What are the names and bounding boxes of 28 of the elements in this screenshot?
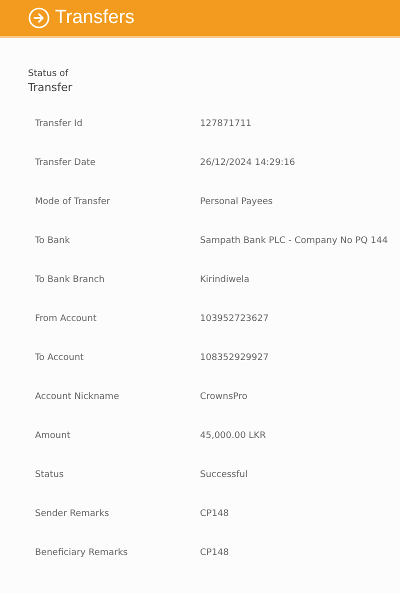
field-label: Beneficiary Remarks: [34, 548, 129, 558]
section-title: Transfer: [28, 81, 74, 94]
field-label: Transfer Id: [34, 119, 84, 129]
field-label: Transfer Date: [34, 158, 97, 168]
field-label: To Bank Branch: [34, 275, 106, 285]
field-value: Personal Payees: [200, 197, 273, 207]
field-value: 45,000.00 LKR: [200, 431, 266, 441]
field-value: Sampath Bank PLC - Company No PQ 144: [200, 236, 388, 246]
field-label: From Account: [34, 314, 98, 324]
arrow-circle-icon: [28, 7, 50, 29]
field-label: To Account: [34, 353, 85, 363]
field-label: Sender Remarks: [34, 509, 110, 519]
field-value: 26/12/2024 14:29:16: [200, 158, 296, 168]
field-label: Status: [34, 470, 65, 480]
section-title: Status of: [28, 68, 70, 81]
field-value: 127871711: [200, 119, 252, 129]
field-value: 103952723627: [200, 314, 269, 324]
field-label: To Bank: [34, 236, 71, 246]
field-value: 108352929927: [200, 353, 269, 363]
field-label: Mode of Transfer: [34, 197, 112, 207]
field-value: CP148: [200, 548, 229, 558]
field-label: Account Nickname: [34, 392, 120, 402]
field-label: Amount: [34, 431, 72, 441]
field-value: Successful: [200, 470, 248, 480]
page-title: Transfers: [55, 7, 135, 29]
field-value: CP148: [200, 509, 229, 519]
field-value: CrownsPro: [200, 392, 248, 402]
field-value: Kirindiwela: [200, 275, 250, 285]
